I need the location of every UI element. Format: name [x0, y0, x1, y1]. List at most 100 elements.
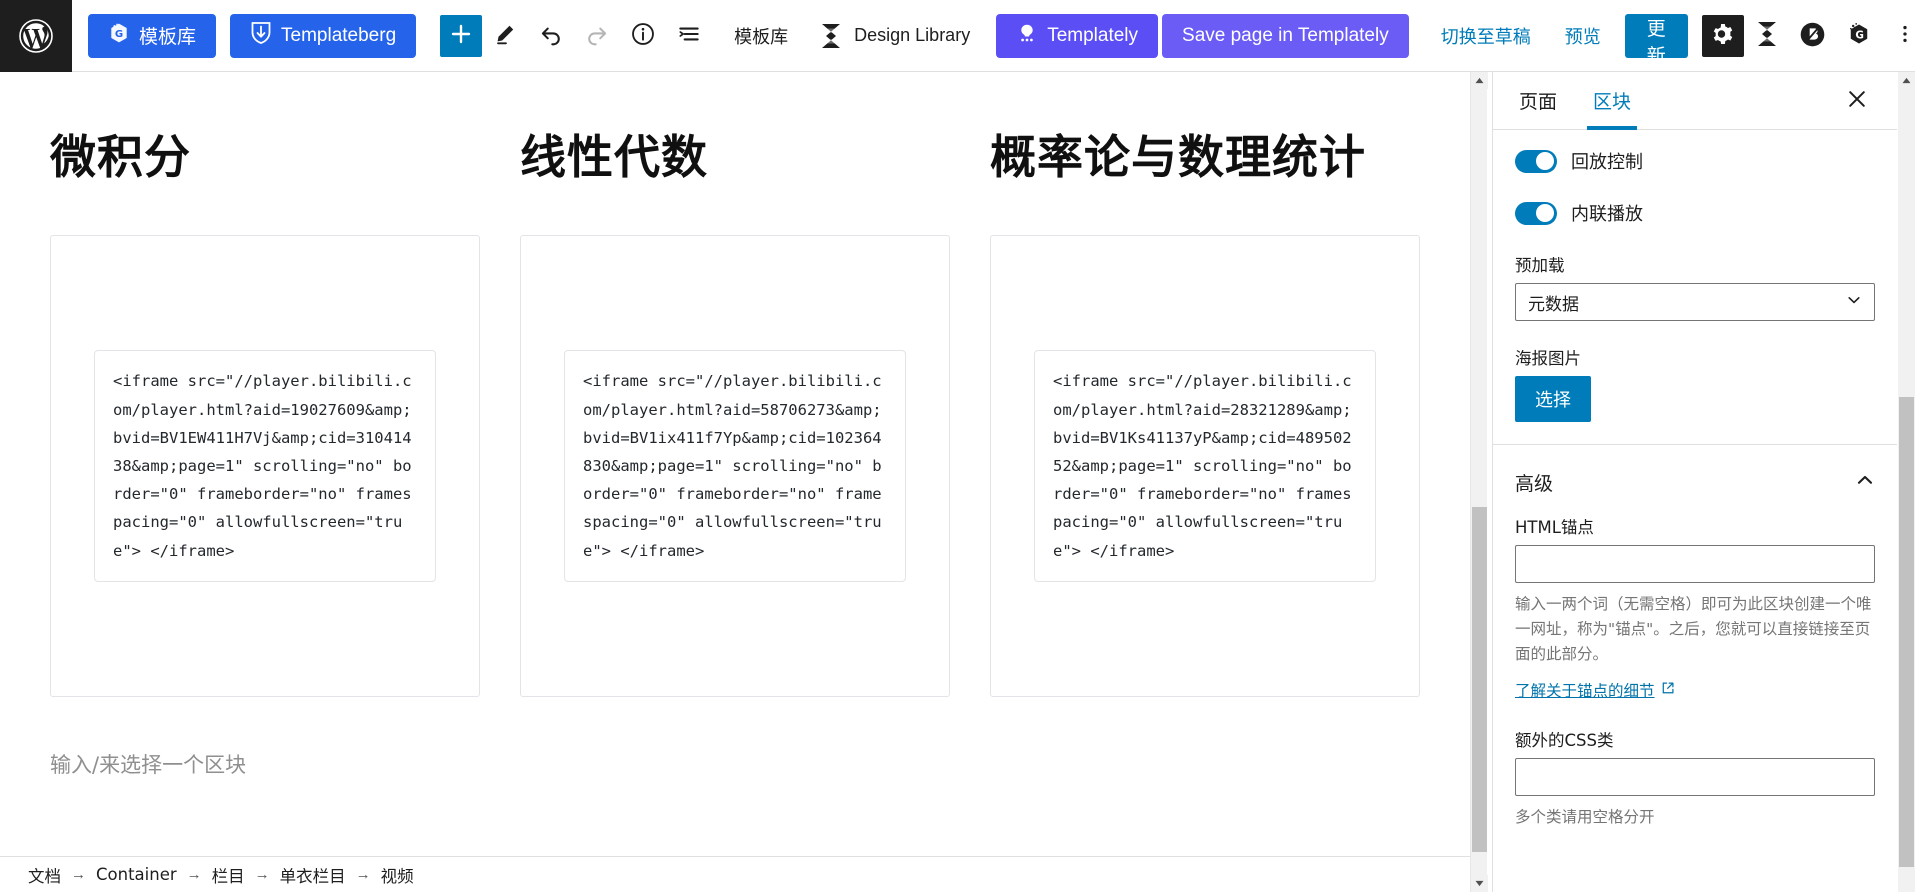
- embed-code-text-3: <iframe src="//player.bilibili.com/playe…: [1053, 372, 1352, 560]
- design-library-label[interactable]: Design Library: [854, 25, 970, 46]
- embed-code-box-1[interactable]: <iframe src="//player.bilibili.com/playe…: [94, 350, 436, 582]
- toolbar-gutenkit-label: 模板库: [139, 27, 197, 48]
- sidebar-scrollbar-thumb[interactable]: [1899, 397, 1914, 867]
- html-anchor-label: HTML锚点: [1515, 518, 1594, 537]
- sidebar-scroll-up-arrow[interactable]: [1898, 72, 1915, 89]
- more-options-button[interactable]: [1882, 13, 1915, 59]
- close-sidebar-button[interactable]: [1835, 79, 1879, 123]
- video-block-1[interactable]: <iframe src="//player.bilibili.com/playe…: [50, 235, 480, 698]
- column-block-2[interactable]: 线性代数 <iframe src="//player.bilibili.com/…: [520, 130, 950, 698]
- list-view-icon: [676, 21, 702, 50]
- sidebar-scrollbar[interactable]: [1898, 72, 1915, 892]
- post-content-area[interactable]: 微积分 <iframe src="//player.bilibili.com/p…: [0, 72, 1470, 779]
- plus-icon: [449, 22, 473, 49]
- pencil-icon: [493, 22, 517, 49]
- close-icon: [1847, 89, 1867, 112]
- advanced-panel-header[interactable]: 高级: [1515, 463, 1875, 514]
- poster-image-field: 海报图片 选择: [1515, 345, 1875, 422]
- column-block-3[interactable]: 概率论与数理统计 <iframe src="//player.bilibili.…: [990, 130, 1420, 698]
- templately-label: Templately: [1047, 24, 1139, 46]
- columns-block: 微积分 <iframe src="//player.bilibili.com/p…: [0, 72, 1470, 698]
- switch-to-draft-button[interactable]: 切换至草稿: [1441, 23, 1531, 49]
- column-heading-2[interactable]: 线性代数: [520, 130, 950, 185]
- canvas-scroll-up-arrow[interactable]: [1471, 72, 1488, 89]
- breadcrumb: 文档 → Container → 栏目 → 单衣栏目 → 视频: [0, 856, 1470, 892]
- playback-controls-label: 回放控制: [1571, 152, 1643, 173]
- kebab-menu-icon: [1894, 23, 1915, 48]
- html-anchor-field: HTML锚点 输入一两个词（无需空格）即可为此区块创建一个唯一网址，称为"锚点"…: [1515, 514, 1875, 701]
- toolbar-button-gutenkit-template-library[interactable]: G 模板库: [88, 13, 217, 58]
- templately-icon: [1016, 22, 1038, 50]
- additional-css-input[interactable]: [1515, 758, 1875, 797]
- html-anchor-help: 输入一两个词（无需空格）即可为此区块创建一个唯一网址，称为"锚点"。之后，您就可…: [1515, 595, 1872, 664]
- block-appender[interactable]: 输入/来选择一个区块: [0, 727, 1470, 779]
- sidebar-body: 回放控制 内联播放 预加载 元数据 海报图片 选择 高级 HTML锚点 输入一两…: [1493, 130, 1897, 892]
- column-heading-3[interactable]: 概率论与数理统计: [990, 130, 1420, 185]
- save-templately-label: Save page in Templately: [1182, 24, 1389, 46]
- canvas-scroll-down-arrow[interactable]: [1471, 875, 1488, 892]
- b-circle-icon: [1799, 21, 1826, 51]
- list-view-button[interactable]: [666, 13, 712, 59]
- breadcrumb-item-4[interactable]: 视频: [381, 863, 414, 887]
- tab-page[interactable]: 页面: [1501, 72, 1575, 130]
- update-button[interactable]: 更新: [1624, 13, 1688, 67]
- video-settings-panel: 回放控制 内联播放 预加载 元数据 海报图片 选择: [1493, 130, 1897, 445]
- inline-playback-row[interactable]: 内联播放: [1515, 200, 1875, 226]
- additional-css-help: 多个类请用空格分开: [1515, 808, 1655, 827]
- video-block-2[interactable]: <iframe src="//player.bilibili.com/playe…: [520, 235, 950, 698]
- breadcrumb-separator: →: [186, 866, 202, 883]
- editor-top-toolbar: G 模板库 Templateberg 模板库 Design Library Te…: [0, 0, 1915, 72]
- html-anchor-input[interactable]: [1515, 545, 1875, 583]
- betterdocs-button[interactable]: [1790, 13, 1836, 59]
- undo-button[interactable]: [528, 13, 574, 59]
- preload-select[interactable]: 元数据: [1515, 283, 1875, 321]
- advanced-panel: 高级 HTML锚点 输入一两个词（无需空格）即可为此区块创建一个唯一网址，称为"…: [1493, 445, 1897, 852]
- poster-select-button[interactable]: 选择: [1515, 376, 1591, 422]
- toolbar-button-templateberg[interactable]: Templateberg: [230, 13, 417, 58]
- embed-code-box-3[interactable]: <iframe src="//player.bilibili.com/playe…: [1034, 350, 1376, 582]
- inline-playback-label: 内联播放: [1571, 204, 1643, 225]
- external-link-icon: [1661, 681, 1675, 699]
- design-library-icon: [818, 22, 844, 50]
- scrollbar-corner: [1898, 875, 1915, 892]
- redo-icon: [584, 21, 610, 50]
- gutenkit-right-button[interactable]: G: [1836, 13, 1882, 59]
- breadcrumb-separator: →: [71, 866, 86, 883]
- inline-playback-toggle[interactable]: [1515, 201, 1557, 225]
- block-settings-sidebar: 页面 区块 回放控制 内联播放 预加载 元数据 海报图片 选择 高级 HTML锚…: [1492, 72, 1897, 892]
- poster-image-label: 海报图片: [1515, 349, 1581, 368]
- editor-canvas: 微积分 <iframe src="//player.bilibili.com/p…: [0, 72, 1470, 892]
- breadcrumb-item-2[interactable]: 栏目: [212, 863, 245, 887]
- breadcrumb-separator: →: [355, 866, 371, 883]
- redo-button[interactable]: [574, 13, 620, 59]
- edit-tool-button[interactable]: [482, 13, 528, 59]
- breadcrumb-item-1[interactable]: Container: [96, 865, 177, 884]
- add-block-button[interactable]: [440, 14, 483, 57]
- embed-code-text-2: <iframe src="//player.bilibili.com/playe…: [583, 372, 882, 560]
- save-page-in-templately-button[interactable]: Save page in Templately: [1162, 13, 1409, 58]
- column-block-1[interactable]: 微积分 <iframe src="//player.bilibili.com/p…: [50, 130, 480, 698]
- playback-controls-toggle[interactable]: [1515, 149, 1557, 173]
- canvas-scrollbar-thumb[interactable]: [1472, 507, 1487, 852]
- preview-button[interactable]: 预览: [1565, 23, 1601, 49]
- info-icon: [630, 21, 656, 50]
- canvas-scrollbar[interactable]: [1470, 72, 1488, 892]
- settings-toggle-button[interactable]: [1701, 14, 1744, 57]
- tab-block[interactable]: 区块: [1575, 72, 1649, 130]
- breadcrumb-item-0[interactable]: 文档: [28, 863, 61, 887]
- breadcrumb-separator: →: [254, 866, 270, 883]
- templately-button[interactable]: Templately: [996, 13, 1159, 58]
- playback-controls-row[interactable]: 回放控制: [1515, 148, 1875, 174]
- design-library-right-icon-button[interactable]: [1744, 13, 1790, 59]
- video-block-3[interactable]: <iframe src="//player.bilibili.com/playe…: [990, 235, 1420, 698]
- templateberg-icon: [250, 21, 272, 51]
- column-heading-1[interactable]: 微积分: [50, 130, 480, 185]
- details-info-button[interactable]: [620, 13, 666, 59]
- preload-field: 预加载 元数据: [1515, 252, 1875, 321]
- embed-code-box-2[interactable]: <iframe src="//player.bilibili.com/playe…: [564, 350, 906, 582]
- wordpress-logo-button[interactable]: [0, 0, 72, 72]
- breadcrumb-item-3[interactable]: 单衣栏目: [280, 863, 346, 887]
- toolbar-center-template-library-label[interactable]: 模板库: [734, 23, 788, 49]
- html-anchor-learn-more-link[interactable]: 了解关于锚点的细节: [1515, 679, 1675, 701]
- embed-code-text-1: <iframe src="//player.bilibili.com/playe…: [113, 372, 412, 560]
